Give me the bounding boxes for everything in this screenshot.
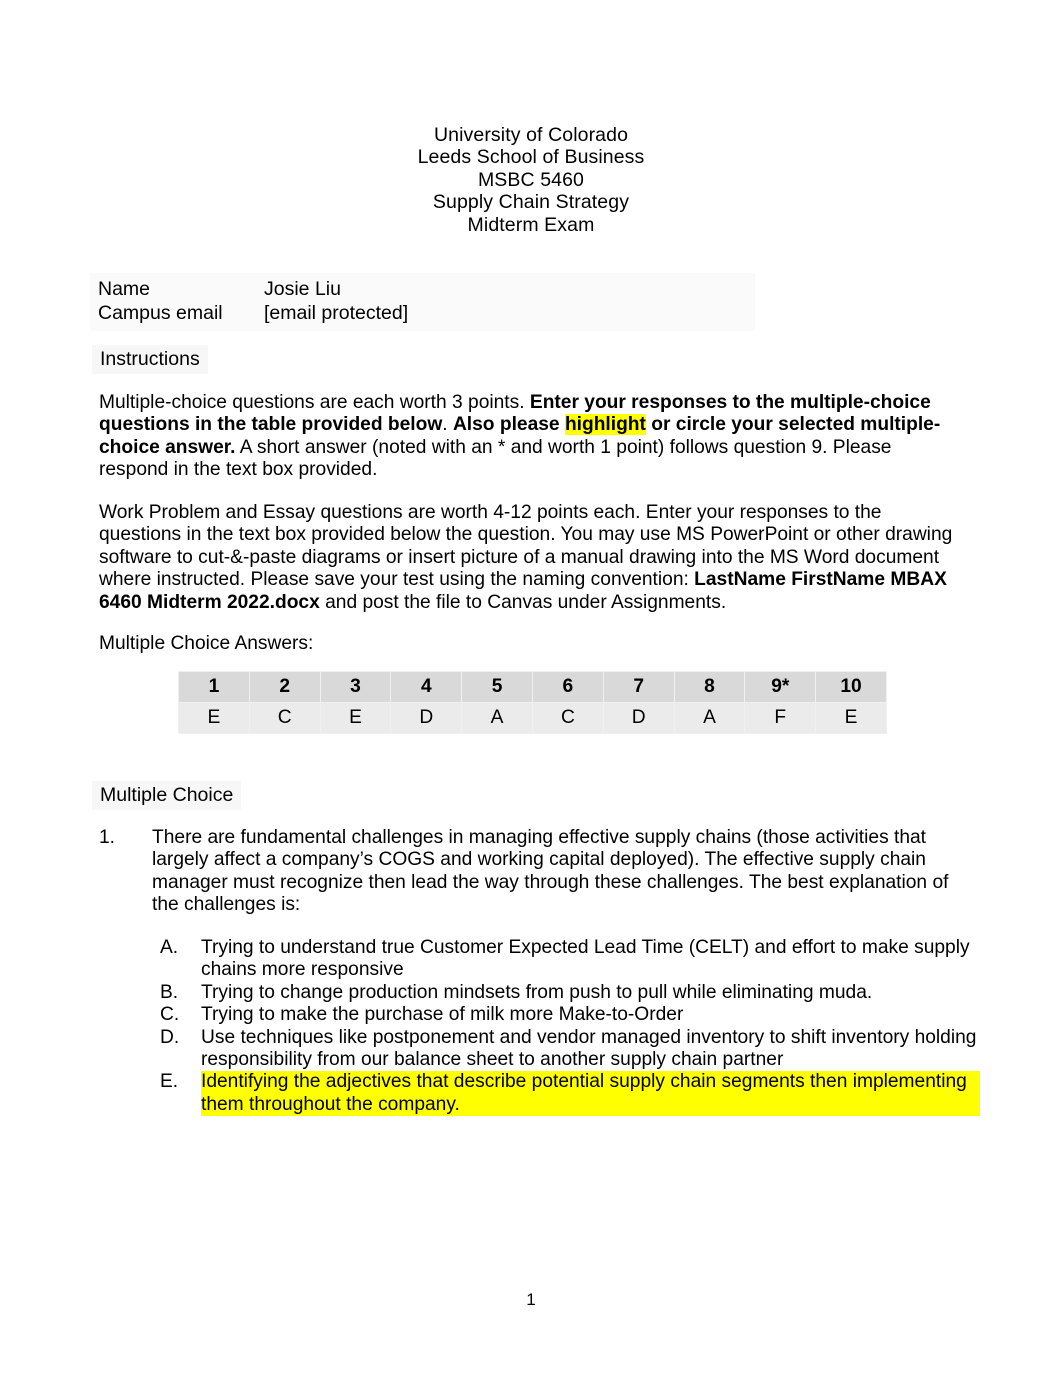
header-line-university: University of Colorado [433,124,629,146]
answer-header-cell: 7 [602,671,675,703]
answer-cell[interactable]: D [390,702,463,734]
document-page: University of Colorado Leeds School of B… [0,0,1062,1377]
answer-cell[interactable]: E [815,702,887,734]
option-c[interactable]: C. Trying to make the purchase of milk m… [160,1004,980,1026]
para1-seg4-bold: Also please [452,414,565,436]
answer-header-cell: 2 [248,671,321,703]
answer-cell[interactable]: E [178,702,250,734]
option-a-letter: A. [160,937,179,958]
instructions-heading: Instructions [92,345,208,374]
para1-highlight-word: highlight [564,414,646,436]
option-d[interactable]: D. Use techniques like postponement and … [160,1027,980,1072]
header-line-exam-type: Midterm Exam [467,213,595,236]
name-value[interactable]: Josie Liu [264,277,755,301]
instructions-paragraph-2: Work Problem and Essay questions are wor… [99,502,965,614]
option-d-letter: D. [160,1026,180,1048]
document-header: University of Colorado Leeds School of B… [0,124,1062,236]
option-e-letter: E. [160,1071,179,1093]
option-c-letter: C. [160,1004,180,1026]
question-1-text: There are fundamental challenges in mana… [152,827,949,916]
option-e[interactable]: E. Identifying the adjectives that descr… [160,1071,980,1117]
option-a[interactable]: A. Trying to understand true Customer Ex… [160,937,980,982]
student-identity-block: Name Josie Liu Campus email [email prote… [90,273,755,331]
answer-header-cell: 9* [744,671,817,703]
option-a-text: Trying to understand true Customer Expec… [201,937,970,981]
answer-cell[interactable]: C [248,702,321,734]
campus-email-label: Campus email [98,302,223,324]
option-b[interactable]: B. Trying to change production mindsets … [160,982,980,1004]
answer-header-cell: 8 [673,671,746,703]
question-1: 1. There are fundamental challenges in m… [99,827,979,917]
question-1-number: 1. [99,827,116,848]
para1-seg3: . [442,414,453,436]
answer-cell[interactable]: F [744,702,817,734]
answer-cell[interactable]: C [531,702,604,734]
multiple-choice-answers-heading: Multiple Choice Answers: [99,633,314,654]
option-e-text: Identifying the adjectives that describe… [201,1071,980,1117]
answer-cell[interactable]: E [319,702,392,734]
option-d-text: Use techniques like postponement and ven… [201,1026,977,1071]
answer-cell[interactable]: D [602,702,675,734]
campus-email-value[interactable]: [email protected] [264,301,755,325]
answer-header-cell: 6 [531,671,604,703]
answer-header-cell: 3 [319,671,392,703]
option-b-text: Trying to change production mindsets fro… [201,981,873,1003]
header-line-course-title: Supply Chain Strategy [432,191,630,214]
name-row: Name Josie Liu [98,277,755,301]
para1-seg1: Multiple-choice questions are each worth… [99,392,530,413]
question-1-row: 1. There are fundamental challenges in m… [99,827,979,917]
answer-table-answer-row: E C E D A C D A F E [178,702,887,734]
page-number: 1 [526,1290,536,1309]
para2-seg3: and post the file to Canvas under Assign… [319,591,727,613]
answer-cell[interactable]: A [673,702,746,734]
multiple-choice-heading: Multiple Choice [92,781,242,810]
answer-table-header-row: 1 2 3 4 5 6 7 8 9* 10 [178,671,887,703]
question-1-options: A. Trying to understand true Customer Ex… [160,937,980,1117]
name-label: Name [98,278,151,300]
answer-header-cell: 4 [390,671,463,703]
answer-table-container: 1 2 3 4 5 6 7 8 9* 10 E C E D A C D A F … [178,671,887,734]
header-line-course-code: MSBC 5460 [477,168,585,191]
multiple-choice-answer-table: 1 2 3 4 5 6 7 8 9* 10 E C E D A C D A F … [178,671,887,734]
email-row: Campus email [email protected] [98,301,755,325]
answer-cell[interactable]: A [461,702,533,734]
answer-header-cell: 10 [815,671,887,703]
option-b-letter: B. [160,981,179,1003]
answer-header-cell: 5 [461,671,533,703]
option-c-text: Trying to make the purchase of milk more… [201,1004,684,1026]
answer-header-cell: 1 [178,671,250,703]
instructions-paragraph-1: Multiple-choice questions are each worth… [99,392,965,482]
header-line-school: Leeds School of Business [417,146,645,169]
